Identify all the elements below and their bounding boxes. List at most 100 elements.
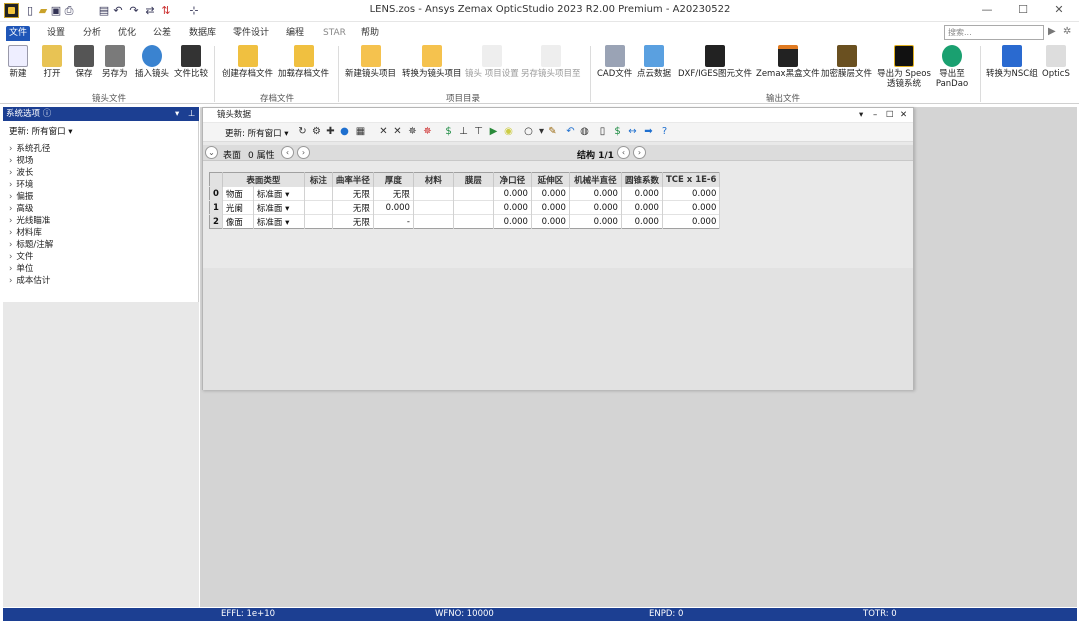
tce-cell[interactable]: 0.000 (662, 186, 721, 201)
menu-help[interactable]: 帮助 (358, 26, 382, 41)
coating-cell[interactable] (453, 186, 494, 201)
save-as-button[interactable]: 另存为 (102, 45, 128, 79)
document-icon[interactable]: ▯ (597, 126, 608, 138)
chip-zone-cell[interactable]: 0.000 (531, 186, 570, 201)
menu-optimize[interactable]: 优化 (115, 26, 139, 41)
pickup-icon[interactable]: ⊥ (458, 126, 469, 138)
minimize-button[interactable]: — (972, 2, 1002, 18)
close-button[interactable]: ✕ (1044, 2, 1074, 18)
settings-icon[interactable]: ⚙ (311, 126, 322, 138)
undo-icon[interactable]: ↶ (112, 4, 124, 17)
surface-type-dropdown[interactable]: 标准面 ▾ (253, 214, 305, 229)
surface-name[interactable]: 像面 (222, 214, 254, 229)
tree-polarization[interactable]: 偏振 (9, 190, 33, 202)
menu-star[interactable]: STAR (320, 26, 349, 41)
tree-material-catalogs[interactable]: 材料库 (9, 226, 42, 238)
clear-semi-dia-cell[interactable]: 0.000 (493, 214, 532, 229)
mech-semi-dia-cell[interactable]: 0.000 (569, 214, 622, 229)
tree-files[interactable]: 文件 (9, 250, 33, 262)
lde-minimize-button[interactable]: – (873, 108, 877, 122)
save-lens-project-to-button[interactable]: 另存镜头项目至 (521, 45, 581, 79)
lde-close-button[interactable]: ✕ (900, 108, 907, 122)
open-folder-icon[interactable]: ▰ (37, 4, 49, 17)
chip-zone-cell[interactable]: 0.000 (531, 200, 570, 215)
search-go-icon[interactable]: ▶ (1048, 26, 1056, 37)
thickness-cell[interactable]: 0.000 (373, 200, 414, 215)
tce-cell[interactable]: 0.000 (662, 214, 721, 229)
menu-setup[interactable]: 设置 (44, 26, 68, 41)
globe-icon[interactable]: ● (339, 126, 350, 138)
radius-cell[interactable]: 无限 (332, 200, 374, 215)
customize-icon[interactable]: ⊹ (188, 4, 200, 17)
double-arrow-icon[interactable]: ↔ (627, 126, 638, 138)
wand-icon[interactable]: ✵ (407, 126, 418, 138)
dxf-iges-button[interactable]: DXF/IGES图元文件 (678, 45, 752, 79)
circle-dropdown-icon[interactable]: ▾ (536, 126, 547, 138)
optics-button[interactable]: OpticS (1042, 45, 1070, 79)
redo-icon[interactable]: ↷ (128, 4, 140, 17)
new-button[interactable]: 新建 (8, 45, 28, 79)
prev-config-button[interactable]: ‹ (617, 146, 630, 159)
conic-cell[interactable]: 0.000 (621, 186, 663, 201)
lde-update-selector[interactable]: 更新: 所有窗口 ▾ (225, 127, 289, 139)
create-archive-button[interactable]: 创建存档文件 (222, 45, 273, 79)
tree-wavelengths[interactable]: 波长 (9, 166, 33, 178)
clear-semi-dia-cell[interactable]: 0.000 (493, 200, 532, 215)
maximize-button[interactable]: ☐ (1008, 2, 1038, 18)
circle-icon[interactable]: ○ (523, 126, 534, 138)
update-selector[interactable]: 更新: 所有窗口 ▾ (9, 125, 73, 137)
print-icon[interactable]: ⎙ (63, 4, 75, 17)
conic-cell[interactable]: 0.000 (621, 200, 663, 215)
radius-cell[interactable]: 无限 (332, 214, 374, 229)
menu-programming[interactable]: 编程 (283, 26, 307, 41)
new-file-icon[interactable]: ▯ (24, 4, 36, 17)
search-settings-icon[interactable]: ✲ (1063, 26, 1071, 37)
table-row[interactable]: 0 物面 标准面 ▾ 无限 无限 0.000 0.000 0.000 0.000… (209, 186, 721, 201)
search-input[interactable]: 搜索... (944, 25, 1044, 40)
export-speos-button[interactable]: 导出为 Speos 透镜系统 (876, 45, 932, 89)
surface-name[interactable]: 物面 (222, 186, 254, 201)
refresh-icon[interactable]: ↻ (297, 126, 308, 138)
help-icon[interactable]: ⓘ (43, 109, 52, 119)
radius-cell[interactable]: 无限 (332, 186, 374, 201)
lens-project-settings-button[interactable]: 镜头 项目设置 (465, 45, 519, 79)
menu-libraries[interactable]: 数据库 (186, 26, 219, 41)
point-cloud-button[interactable]: 点云数据 (637, 45, 671, 79)
chip-zone-cell[interactable]: 0.000 (531, 214, 570, 229)
mech-semi-dia-cell[interactable]: 0.000 (569, 200, 622, 215)
clear-semi-dia-cell[interactable]: 0.000 (493, 186, 532, 201)
tree-cost-estimator[interactable]: 成本估计 (9, 274, 50, 286)
lde-menu-icon[interactable]: ▾ (859, 108, 863, 122)
material-cell[interactable] (413, 214, 454, 229)
save-icon[interactable]: ▣ (50, 4, 62, 17)
new-lens-project-button[interactable]: 新建镜头项目 (345, 45, 396, 79)
tree-environment[interactable]: 环境 (9, 178, 33, 190)
tree-title-notes[interactable]: 标题/注解 (9, 238, 53, 250)
ray-trace-icon[interactable]: ✕ (378, 126, 389, 138)
tce-cell[interactable]: 0.000 (662, 200, 721, 215)
help-icon[interactable]: ? (659, 126, 670, 138)
refresh-all-icon[interactable]: ⇅ (160, 4, 172, 17)
pin-icon[interactable]: ⊥ (188, 107, 195, 121)
coating-cell[interactable] (453, 200, 494, 215)
pin-dropdown-icon[interactable]: ▾ (175, 107, 179, 121)
open-button[interactable]: 打开 (42, 45, 62, 79)
convert-to-lens-project-button[interactable]: 转换为镜头项目 (402, 45, 462, 79)
comment-cell[interactable] (304, 200, 333, 215)
wand-x-icon[interactable]: ✵ (422, 126, 433, 138)
dollar-icon[interactable]: $ (612, 126, 623, 138)
expand-icon[interactable]: ⌄ (205, 146, 218, 159)
undo-arrow-icon[interactable]: ↶ (565, 126, 576, 138)
export-pandao-button[interactable]: 导出至 PanDao (935, 45, 969, 89)
prev-surface-button[interactable]: ‹ (281, 146, 294, 159)
solve-icon[interactable]: $ (443, 126, 454, 138)
comment-cell[interactable] (304, 186, 333, 201)
tree-aperture[interactable]: 系统孔径 (9, 142, 50, 154)
cad-file-button[interactable]: CAD文件 (597, 45, 632, 79)
next-surface-button[interactable]: › (297, 146, 310, 159)
menu-part-designer[interactable]: 零件设计 (230, 26, 272, 41)
pencil-icon[interactable]: ✎ (547, 126, 558, 138)
material-cell[interactable] (413, 186, 454, 201)
coating-cell[interactable] (453, 214, 494, 229)
marginal-icon[interactable]: ⊤ (473, 126, 484, 138)
